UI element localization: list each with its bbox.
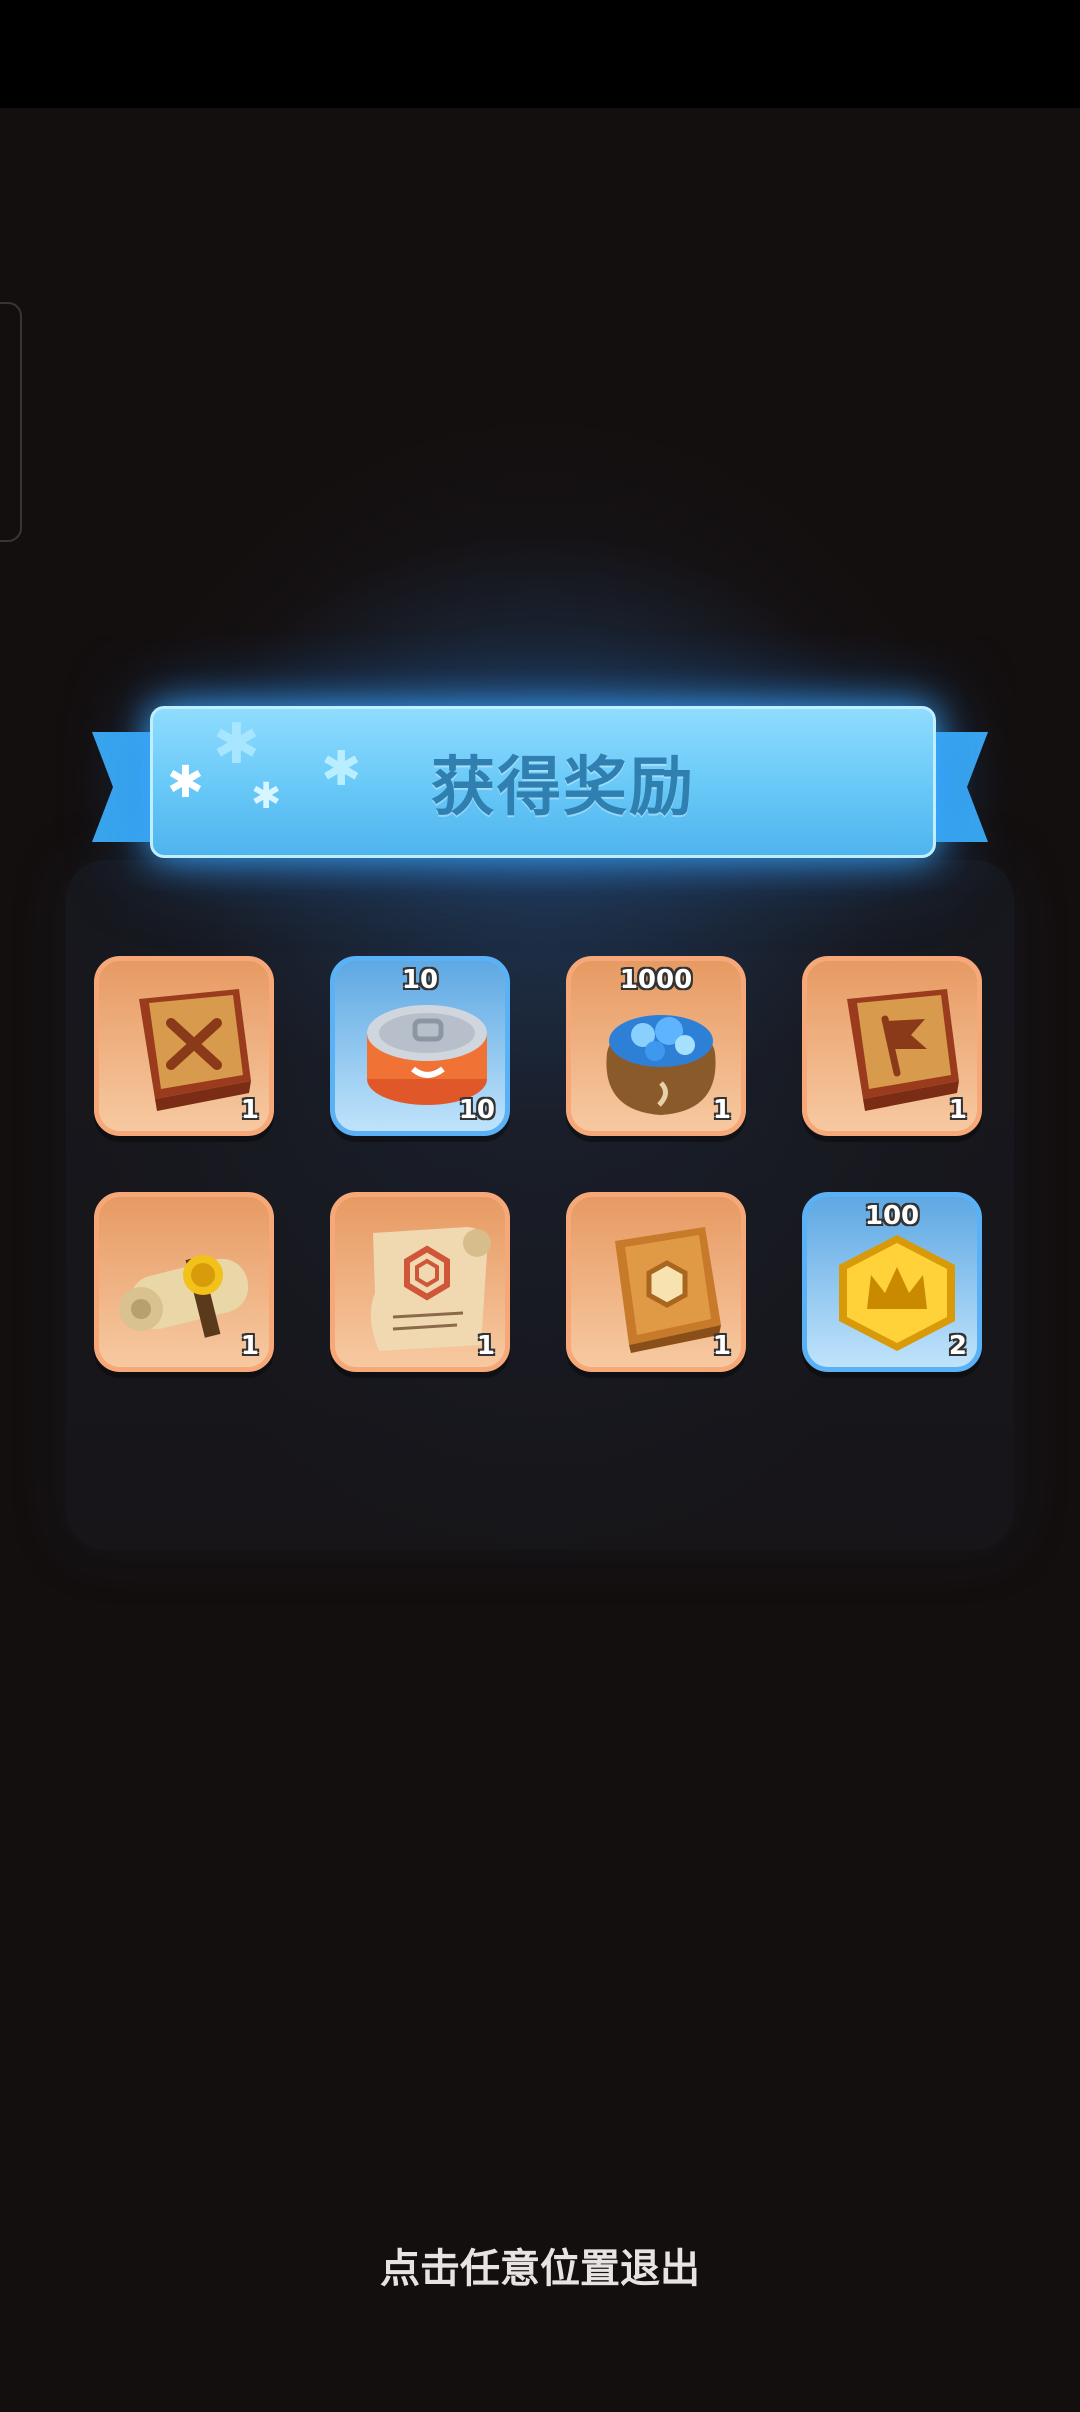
banner-ribbon: ✱ ✱ ✱ ✱ 获得奖励 [150, 706, 936, 858]
tap-to-exit-hint[interactable]: 点击任意位置退出 [0, 2236, 1080, 2294]
item-quantity: 1 [712, 1095, 731, 1125]
reward-item[interactable]: 1 [802, 956, 982, 1136]
reward-item[interactable]: 10 10 [330, 956, 510, 1136]
item-top-value: 100 [864, 1201, 920, 1231]
status-bar [0, 0, 1080, 108]
item-quantity: 1 [948, 1095, 967, 1125]
reward-item[interactable]: 1 [330, 1192, 510, 1372]
item-quantity: 1 [240, 1331, 259, 1361]
title-banner: ✱ ✱ ✱ ✱ 获得奖励 [92, 700, 988, 860]
reward-item[interactable]: 100 2 [802, 1192, 982, 1372]
item-quantity: 1 [240, 1095, 259, 1125]
sparkle-icon: ✱ [251, 776, 282, 817]
edge-handle[interactable] [0, 302, 22, 542]
page-title: 获得奖励 [431, 751, 695, 825]
item-quantity: 10 [458, 1095, 495, 1125]
sparkle-icon: ✱ [321, 741, 362, 797]
sparkle-icon: ✱ [213, 712, 260, 777]
item-top-value: 1000 [619, 965, 693, 995]
reward-item[interactable]: 1 [94, 1192, 274, 1372]
item-quantity: 2 [948, 1331, 967, 1361]
reward-item[interactable]: 1 [94, 956, 274, 1136]
reward-item[interactable]: 1 [566, 1192, 746, 1372]
item-quantity: 1 [476, 1331, 495, 1361]
item-top-value: 10 [401, 965, 439, 995]
reward-item[interactable]: 1000 1 [566, 956, 746, 1136]
sparkle-icon: ✱ [167, 757, 204, 808]
item-quantity: 1 [712, 1331, 731, 1361]
